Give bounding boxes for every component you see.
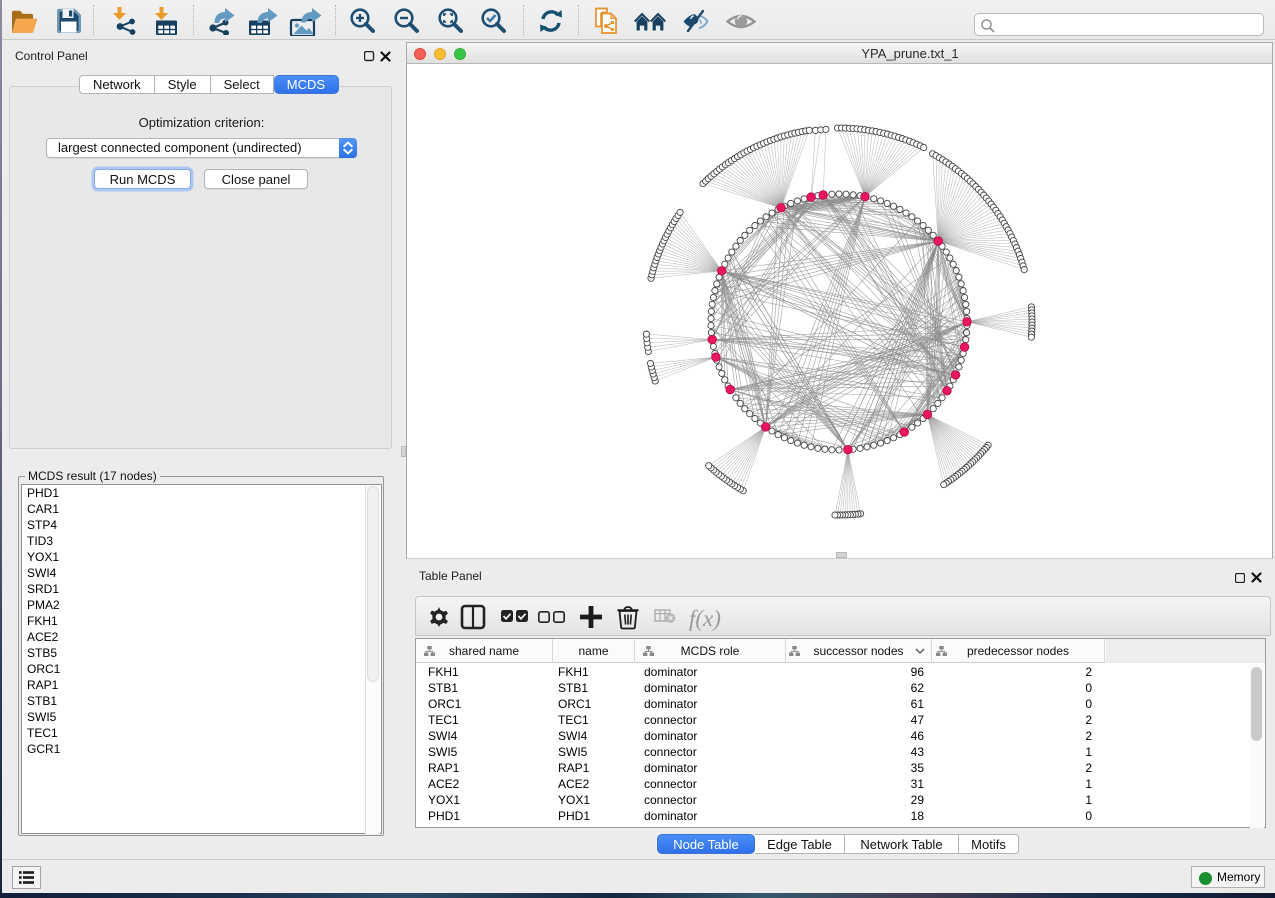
svg-text:f(x): f(x) <box>689 606 721 631</box>
